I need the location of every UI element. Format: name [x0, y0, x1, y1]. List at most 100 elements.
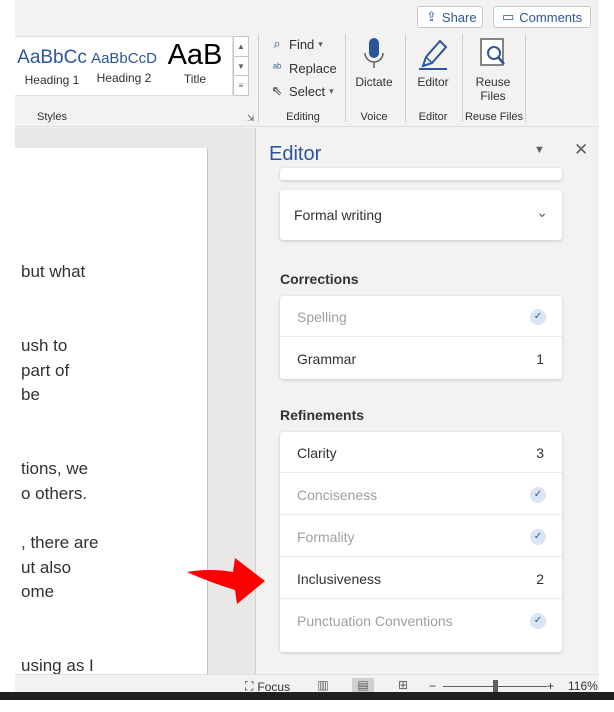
editor-pane: Editor ▼ ✕ Formal writing ⌄ Corrections …: [255, 128, 599, 674]
zoom-out-icon[interactable]: −: [429, 679, 436, 693]
refinement-item-conciseness[interactable]: Conciseness ✓: [280, 474, 562, 515]
red-arrow-annotation: [187, 558, 265, 604]
editor-pen-icon: [402, 36, 464, 72]
style-heading-1[interactable]: AaBbCc Heading 1: [15, 37, 89, 95]
item-label: Formality: [297, 529, 355, 545]
doc-text-line: tions, we: [21, 459, 89, 478]
share-label: Share: [441, 9, 477, 25]
dialog-launcher-icon[interactable]: ⇲: [247, 113, 255, 124]
check-icon: ✓: [530, 309, 546, 325]
check-icon: ✓: [530, 613, 546, 629]
reuse-group-label: Reuse Files: [464, 111, 524, 123]
writing-style-value: Formal writing: [294, 207, 382, 223]
styles-group-label: Styles: [37, 111, 67, 123]
style-sample: AaB: [167, 39, 223, 71]
doc-text-line: ut also: [21, 558, 72, 577]
doc-text-line: using as I: [21, 656, 94, 675]
refinement-item-clarity[interactable]: Clarity 3: [280, 432, 562, 473]
voice-group-label: Voice: [360, 111, 388, 123]
item-label: Clarity: [297, 445, 337, 461]
refinement-item-formality[interactable]: Formality ✓: [280, 516, 562, 557]
replace-label: Replace: [289, 60, 337, 76]
item-label: Punctuation Conventions: [297, 613, 453, 629]
select-label: Select: [289, 83, 326, 99]
scroll-down-icon[interactable]: ▼: [234, 57, 248, 77]
item-label: Inclusiveness: [297, 571, 382, 587]
editor-group-label: Editor: [418, 111, 448, 123]
check-icon: ✓: [530, 529, 546, 545]
item-label: Conciseness: [297, 487, 378, 503]
dictate-button[interactable]: Dictate: [343, 36, 405, 106]
replace-button[interactable]: ᵃᵇ Replace: [269, 57, 337, 79]
writing-style-dropdown[interactable]: Formal writing ⌄: [280, 190, 562, 240]
chevron-down-icon: ⌄: [536, 204, 548, 220]
style-heading-2[interactable]: AaBbCcD Heading 2: [89, 37, 159, 95]
select-button[interactable]: ⇖ Select ▾: [269, 80, 334, 102]
item-label: Spelling: [297, 309, 347, 325]
reuse-files-icon: [462, 36, 524, 72]
doc-text-line: ush to: [21, 336, 68, 355]
ribbon: ⇪ Share ▭ Comments AaBbCc Heading 1 AaBb…: [15, 0, 599, 127]
zoom-slider-thumb[interactable]: [493, 680, 498, 692]
comment-icon: ▭: [502, 9, 515, 24]
doc-text-line: , there are: [21, 533, 99, 552]
doc-text-line: but what: [21, 262, 86, 281]
correction-item-grammar[interactable]: Grammar 1: [280, 338, 562, 379]
doc-text-line: be: [21, 385, 40, 404]
search-icon: ⌕: [273, 36, 281, 51]
taskbar-edge: [0, 692, 614, 700]
item-count: 3: [536, 445, 544, 461]
zoom-in-icon[interactable]: +: [547, 679, 554, 693]
find-label: Find: [289, 36, 315, 52]
group-divider: [525, 34, 526, 122]
dictate-label: Dictate: [355, 75, 393, 89]
item-label: Grammar: [297, 351, 357, 367]
refinement-item-punctuation[interactable]: Punctuation Conventions ✓: [280, 600, 562, 641]
group-divider: [258, 34, 259, 122]
replace-icon: ᵃᵇ: [272, 62, 282, 74]
corrections-list: Spelling ✓ Grammar 1: [280, 296, 562, 379]
refinements-list: Clarity 3 Conciseness ✓ Formality ✓ Incl…: [280, 432, 562, 652]
item-count: 2: [536, 571, 544, 587]
style-title[interactable]: AaB Title: [159, 37, 231, 95]
share-button[interactable]: ⇪ Share: [417, 6, 483, 28]
document-page[interactable]: but what ush to part of be tions, we o o…: [15, 148, 208, 694]
comments-label: Comments: [519, 9, 583, 25]
chevron-down-icon: ▾: [318, 38, 323, 49]
style-name: Heading 2: [96, 71, 152, 85]
editing-group-label: Editing: [286, 111, 320, 123]
reuse-label-1: Reuse: [475, 75, 511, 89]
microphone-icon: [343, 36, 405, 72]
editor-button[interactable]: Editor: [402, 36, 464, 106]
style-sample: AaBbCcD: [91, 50, 157, 67]
share-icon: ⇪: [426, 9, 437, 24]
comments-button[interactable]: ▭ Comments: [493, 6, 591, 28]
pane-options-icon[interactable]: ▼: [534, 144, 545, 156]
style-name: Title: [183, 72, 207, 86]
find-button[interactable]: ⌕ Find ▾: [269, 33, 323, 55]
check-icon: ✓: [530, 487, 546, 503]
reuse-files-button[interactable]: Reuse Files: [462, 36, 524, 106]
chevron-down-icon: ▾: [329, 85, 334, 96]
styles-gallery-scroll: ▲ ▼ ≡: [233, 36, 249, 96]
styles-gallery: AaBbCc Heading 1 AaBbCcD Heading 2 AaB T…: [15, 36, 233, 96]
zoom-level[interactable]: 116%: [568, 679, 598, 693]
cursor-icon: ⇖: [271, 83, 283, 98]
style-sample: AaBbCc: [17, 47, 87, 68]
doc-text-line: ome: [21, 582, 55, 601]
score-card: [280, 168, 562, 180]
corrections-heading: Corrections: [280, 271, 359, 287]
pane-title: Editor: [269, 143, 322, 165]
more-styles-icon[interactable]: ≡: [234, 76, 248, 95]
refinement-item-inclusiveness[interactable]: Inclusiveness 2: [280, 558, 562, 599]
editor-label: Editor: [417, 75, 449, 89]
scroll-up-icon[interactable]: ▲: [234, 37, 248, 57]
close-icon[interactable]: ✕: [574, 140, 588, 160]
style-name: Heading 1: [24, 73, 80, 87]
word-window: ⇪ Share ▭ Comments AaBbCc Heading 1 AaBb…: [15, 0, 599, 698]
reuse-label-2: Files: [480, 89, 506, 103]
item-count: 1: [536, 351, 544, 367]
refinements-heading: Refinements: [280, 407, 365, 423]
doc-text-line: o others.: [21, 484, 88, 503]
correction-item-spelling[interactable]: Spelling ✓: [280, 296, 562, 337]
